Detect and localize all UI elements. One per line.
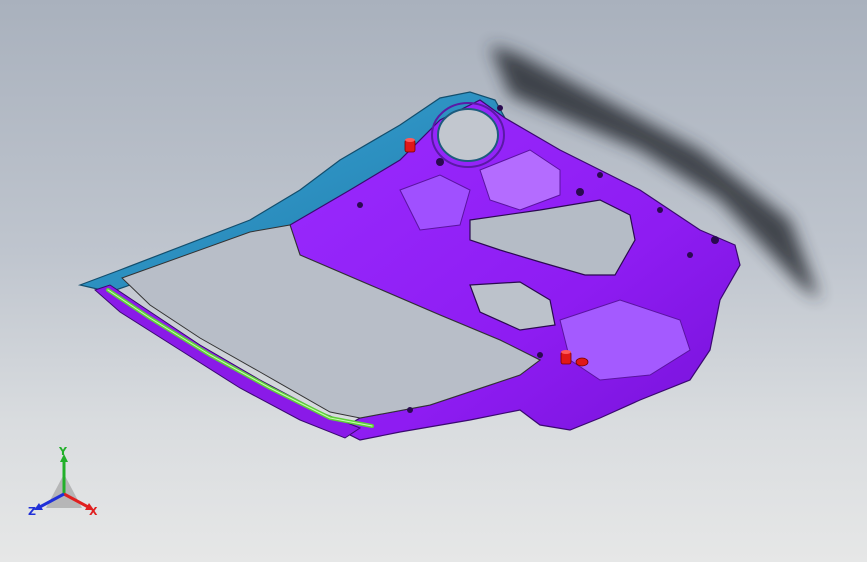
x-axis-label: X: [89, 505, 98, 518]
graphics-viewport[interactable]: Y X Z: [0, 0, 867, 562]
z-axis-label: Z: [28, 505, 36, 518]
model-view[interactable]: [0, 0, 867, 562]
view-triad[interactable]: Y X Z: [24, 446, 104, 526]
fastener-upper: [404, 138, 416, 153]
y-axis-label: Y: [59, 445, 67, 458]
speaker-opening: [437, 108, 499, 162]
